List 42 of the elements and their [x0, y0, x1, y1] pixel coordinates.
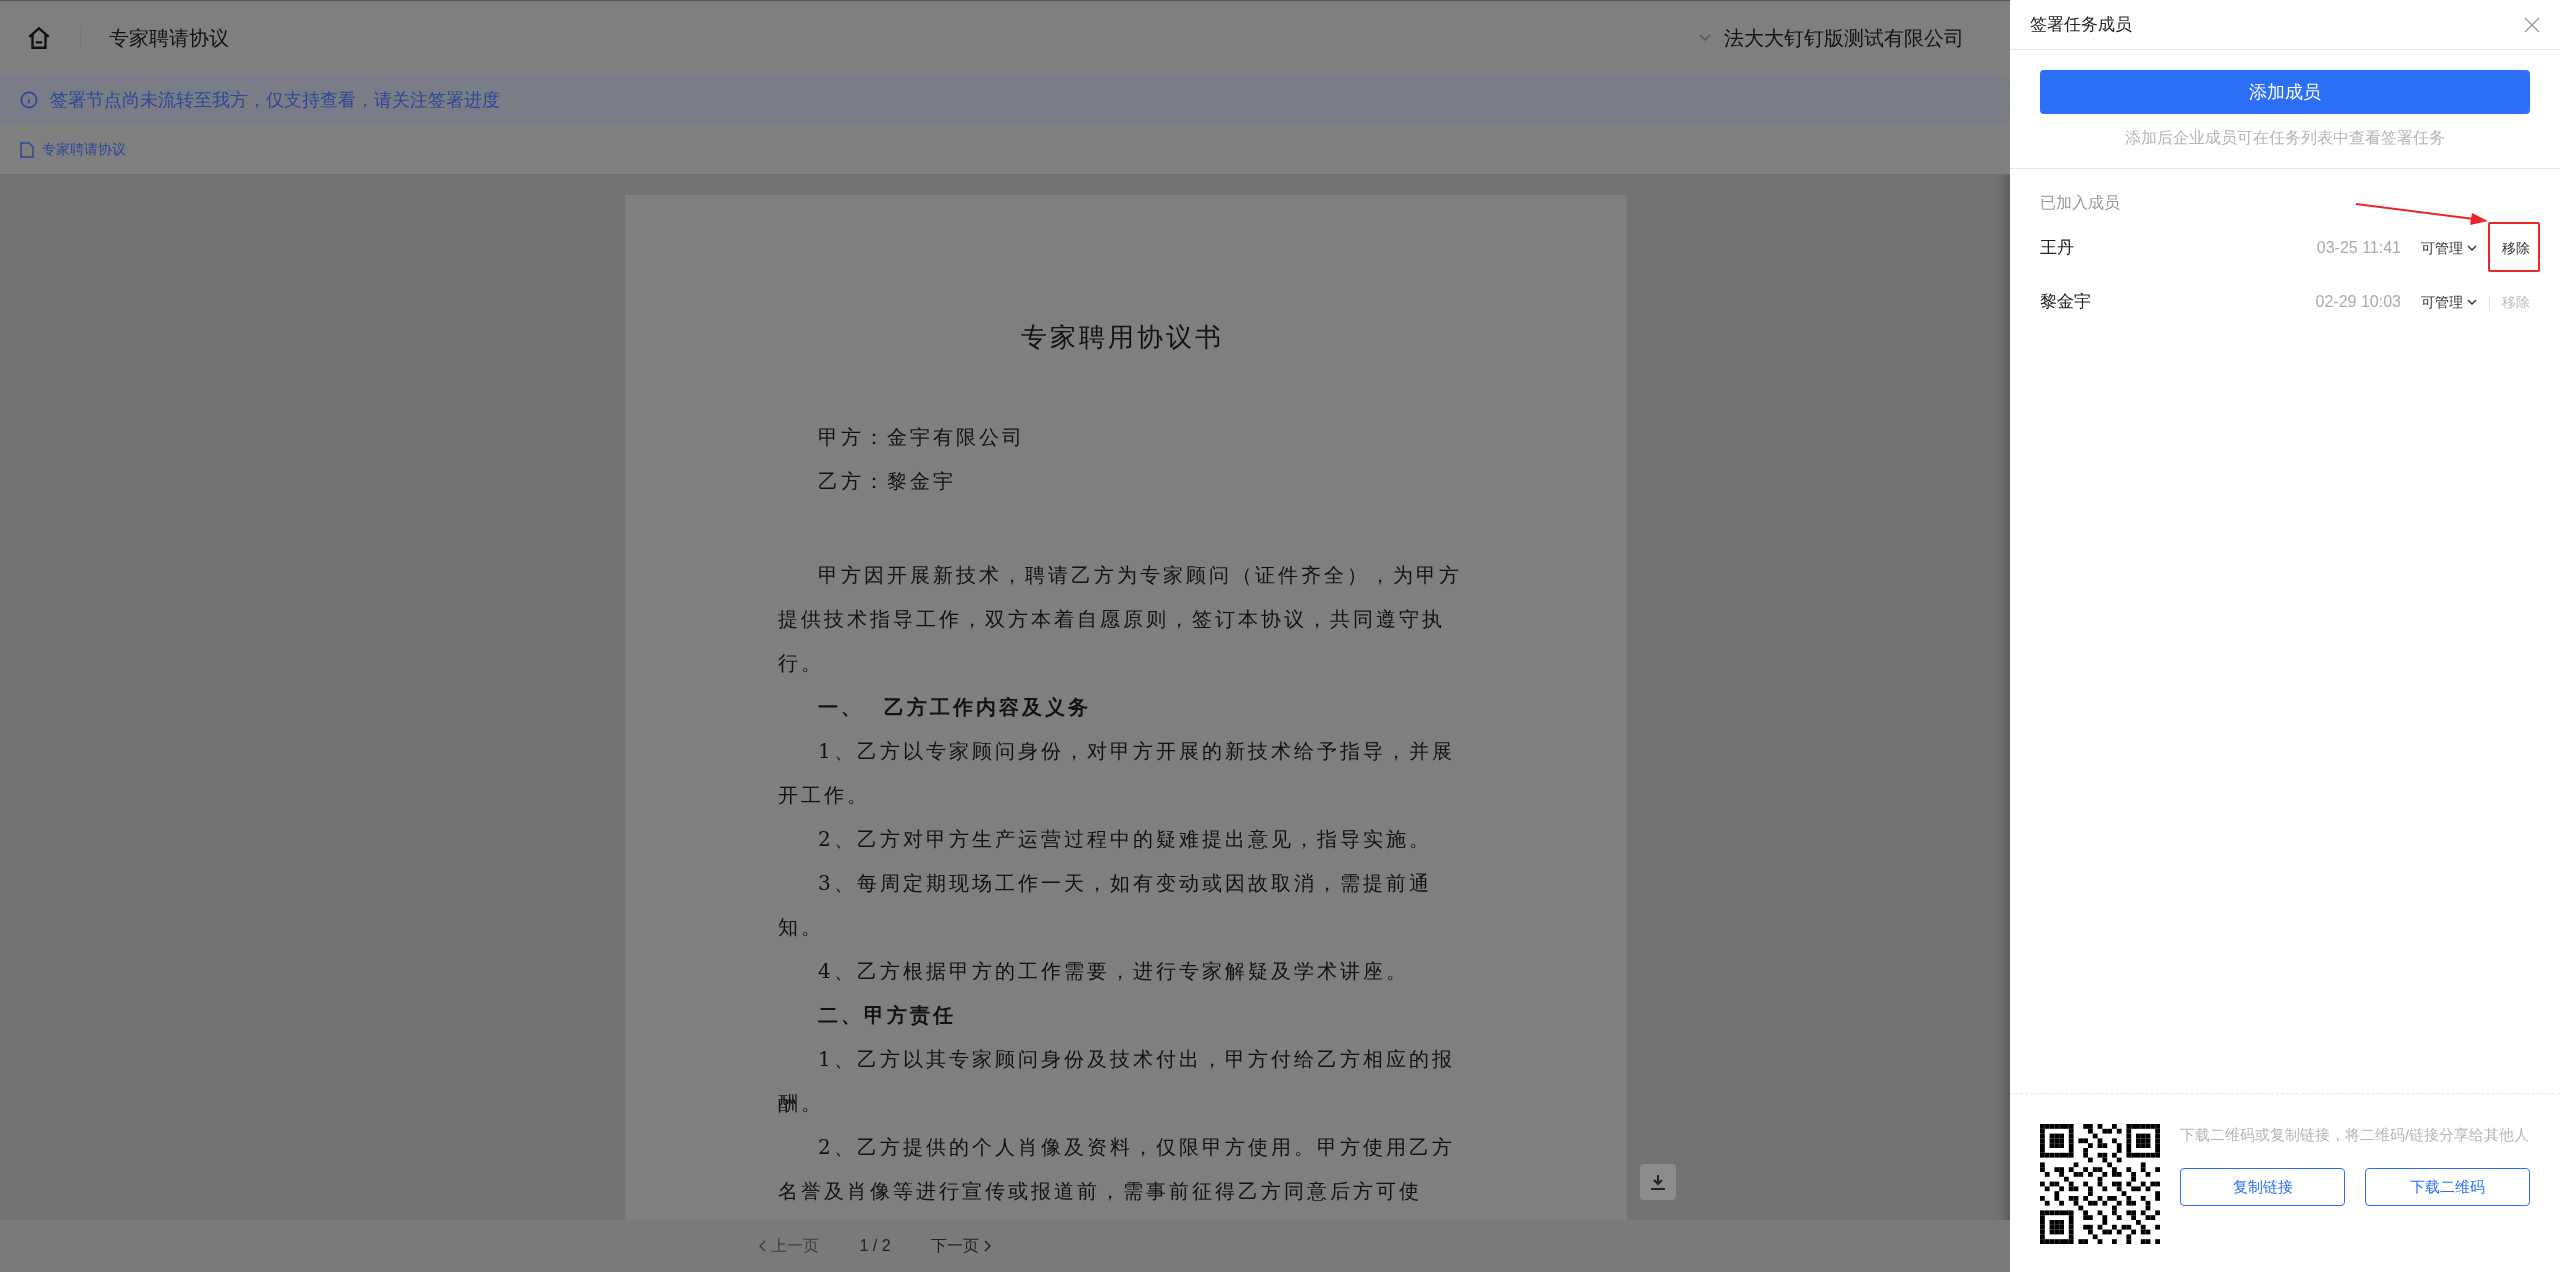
permission-dropdown[interactable]: 可管理 — [2421, 237, 2477, 259]
document-paragraph: 乙方：黎金宇 — [817, 468, 957, 495]
members-label: 已加入成员 — [2040, 193, 2120, 213]
download-icon — [1649, 1173, 1667, 1191]
next-page-button[interactable]: 下一页 — [930, 1234, 991, 1258]
document-paragraph: 甲方：金宇有限公司 — [817, 424, 1026, 451]
document-paragraph: 甲方因开展新技术，聘请乙方为专家顾问（证件齐全），为甲方提供技术指导工作，双方本着自愿原则，签订本协议，共同遵守执行。 — [778, 562, 1463, 677]
document-heading: 一、 乙方工作内容及义务 — [817, 694, 1092, 721]
share-button[interactable]: 下载二维码 — [2365, 1168, 2530, 1206]
document-paragraph: 4、乙方根据甲方的工作需要，进行专家解疑及学术讲座。 — [817, 958, 1410, 985]
member-name: 黎金宇 — [2040, 291, 2092, 314]
chevron-left-icon — [759, 1240, 768, 1252]
document-paragraph: 3、每周定期现场工作一天，如有变动或因故取消，需提前通知。 — [778, 870, 1433, 941]
member-name: 王丹 — [2040, 237, 2075, 260]
document-paragraph: 1、乙方以其专家顾问身份及技术付出，甲方付给乙方相应的报酬。 — [778, 1046, 1456, 1117]
home-icon[interactable] — [26, 25, 52, 51]
add-member-button[interactable]: 添加成员 — [2040, 70, 2530, 114]
document-title: 专家聘用协议书 — [1020, 321, 1225, 354]
panel-title: 签署任务成员 — [2030, 13, 2132, 36]
chevron-down-icon — [2467, 244, 2477, 252]
document-title: 专家聘请协议 — [109, 26, 229, 51]
notice-text: 签署节点尚未流转至我方，仅支持查看，请关注签署进度 — [50, 88, 500, 112]
chevron-down-icon — [2467, 298, 2477, 306]
add-member-hint: 添加后企业成员可在任务列表中查看签署任务 — [2125, 128, 2445, 148]
permission-dropdown[interactable]: 可管理 — [2421, 291, 2477, 313]
member-time: 03-25 11:41 — [2316, 238, 2401, 258]
document-heading: 二、甲方责任 — [817, 1002, 957, 1029]
share-hint: 下载二维码或复制链接，将二维码/链接分享给其他人 — [2180, 1125, 2530, 1145]
document-paragraph: 1、乙方以专家顾问身份，对甲方开展的新技术给予指导，并展开工作。 — [778, 738, 1456, 809]
company-selector[interactable]: 法大大钉钉版测试有限公司 — [1698, 23, 1964, 53]
download-button[interactable] — [1640, 1164, 1676, 1200]
document-paragraph: 2、乙方对甲方生产运营过程中的疑难提出意见，指导实施。 — [817, 826, 1433, 853]
chevron-right-icon — [982, 1240, 991, 1252]
page-indicator: 1 / 2 — [859, 1236, 891, 1256]
file-icon — [20, 141, 34, 158]
info-icon — [20, 91, 38, 109]
chevron-down-icon — [1698, 33, 1712, 43]
member-time: 02-29 10:03 — [2315, 292, 2401, 312]
remove-button[interactable]: 移除 — [2502, 238, 2530, 259]
close-icon[interactable] — [2524, 16, 2540, 33]
document-paragraph: 2、乙方提供的个人肖像及资料，仅限甲方使用。甲方使用乙方名誉及肖像等进行宣传或报道前，需事前征得乙方同意后方可使 — [778, 1134, 1456, 1205]
share-button[interactable]: 复制链接 — [2180, 1168, 2345, 1206]
